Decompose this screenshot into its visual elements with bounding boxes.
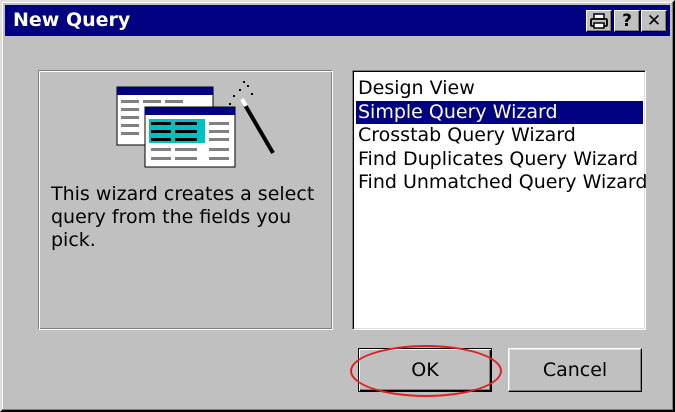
query-wizard-illustration-icon	[116, 81, 275, 168]
list-item-crosstab-query-wizard[interactable]: Crosstab Query Wizard	[356, 124, 643, 148]
help-button[interactable]: ?	[614, 10, 640, 32]
window-title: New Query	[13, 9, 131, 31]
wizard-description: This wizard creates a select query from …	[51, 183, 315, 251]
print-button[interactable]	[586, 10, 612, 32]
cancel-button[interactable]: Cancel	[508, 348, 642, 392]
list-item-design-view[interactable]: Design View	[356, 77, 643, 101]
close-icon: ✕	[646, 10, 662, 31]
close-button[interactable]: ✕	[641, 10, 667, 32]
list-item-simple-query-wizard[interactable]: Simple Query Wizard	[356, 100, 643, 124]
query-type-list[interactable]: Design View Simple Query Wizard Crosstab…	[352, 70, 647, 330]
preview-panel: This wizard creates a select query from …	[38, 70, 333, 330]
list-item-find-duplicates-query-wizard[interactable]: Find Duplicates Query Wizard	[356, 148, 643, 172]
list-item-find-unmatched-query-wizard[interactable]: Find Unmatched Query Wizard	[356, 171, 647, 195]
ok-button[interactable]: OK	[358, 348, 492, 392]
help-icon: ?	[622, 10, 632, 31]
new-query-dialog: New Query ? ✕ This wizard creates a sele…	[0, 0, 675, 412]
title-bar[interactable]: New Query ? ✕	[5, 5, 670, 36]
print-icon	[590, 13, 608, 29]
